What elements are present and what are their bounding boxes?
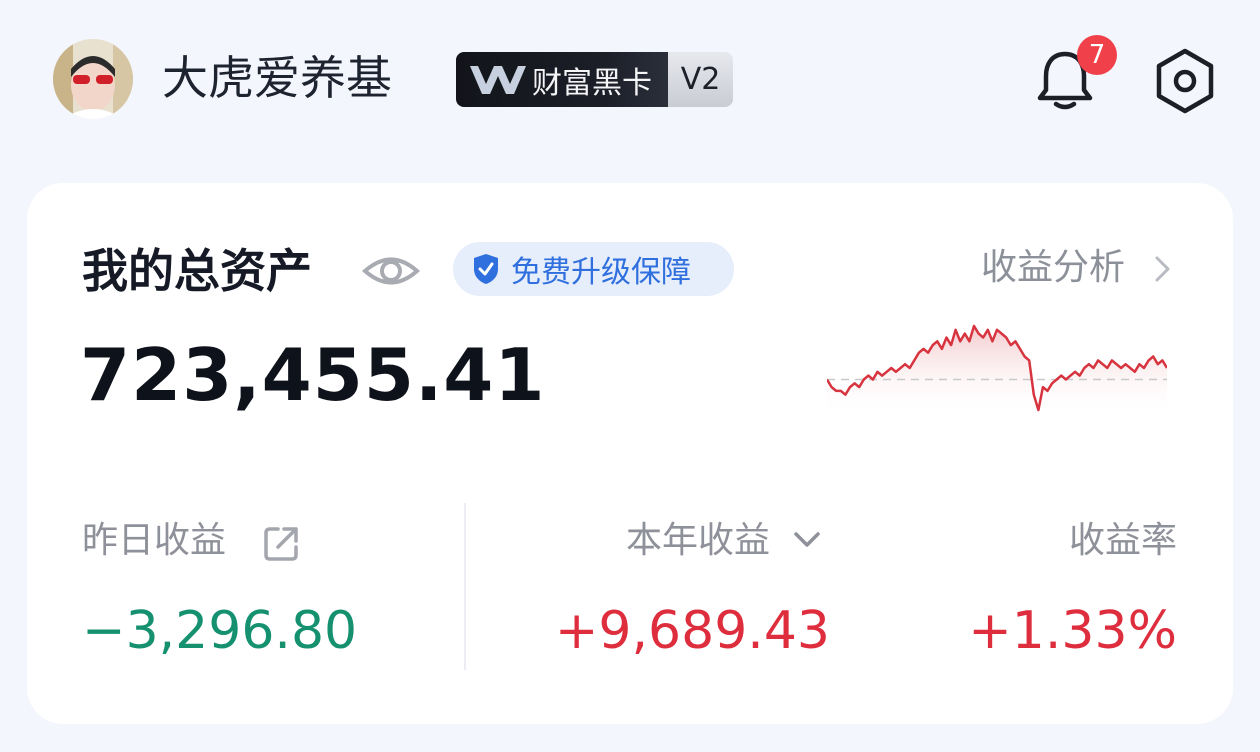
chevron-right-icon[interactable] xyxy=(1152,254,1174,284)
vip-logo-icon xyxy=(470,65,526,94)
eye-icon[interactable] xyxy=(361,246,421,296)
total-assets-title: 我的总资产 xyxy=(82,244,312,298)
yesterday-profit-value: −3,296.80 xyxy=(82,601,358,661)
badge-text: 财富黑卡 xyxy=(532,65,652,101)
year-profit-value: +9,689.43 xyxy=(554,601,830,661)
share-icon[interactable] xyxy=(262,523,302,563)
return-rate-label: 收益率 xyxy=(1068,520,1177,561)
total-assets-value: 723,455.41 xyxy=(80,333,546,417)
asset-card: 我的总资产 免费升级保障 收益分析 723,455.41 昨日收益 本年收益 收… xyxy=(27,183,1233,724)
profit-analysis-link[interactable]: 收益分析 xyxy=(981,243,1125,293)
badge-main: 财富黑卡 xyxy=(456,52,668,107)
vip-card-badge[interactable]: 财富黑卡 V2 xyxy=(456,52,733,107)
username[interactable]: 大虎爱养基 xyxy=(162,48,392,108)
avatar-image xyxy=(53,39,133,119)
sparkline-chart[interactable] xyxy=(827,318,1167,418)
avatar[interactable] xyxy=(53,39,133,119)
top-bar: 大虎爱养基 财富黑卡 V2 7 xyxy=(0,0,1260,150)
yesterday-profit-label: 昨日收益 xyxy=(82,520,227,561)
protect-label: 免费升级保障 xyxy=(511,255,691,290)
notification-badge: 7 xyxy=(1077,35,1117,75)
protect-upgrade-button[interactable]: 免费升级保障 xyxy=(453,242,734,296)
badge-level: V2 xyxy=(668,52,733,107)
chevron-down-icon[interactable] xyxy=(791,527,823,553)
stats-divider xyxy=(464,503,466,670)
return-rate-value: +1.33% xyxy=(968,601,1177,661)
settings-icon[interactable] xyxy=(1150,46,1220,116)
shield-icon xyxy=(474,254,498,284)
year-profit-label[interactable]: 本年收益 xyxy=(626,516,770,566)
